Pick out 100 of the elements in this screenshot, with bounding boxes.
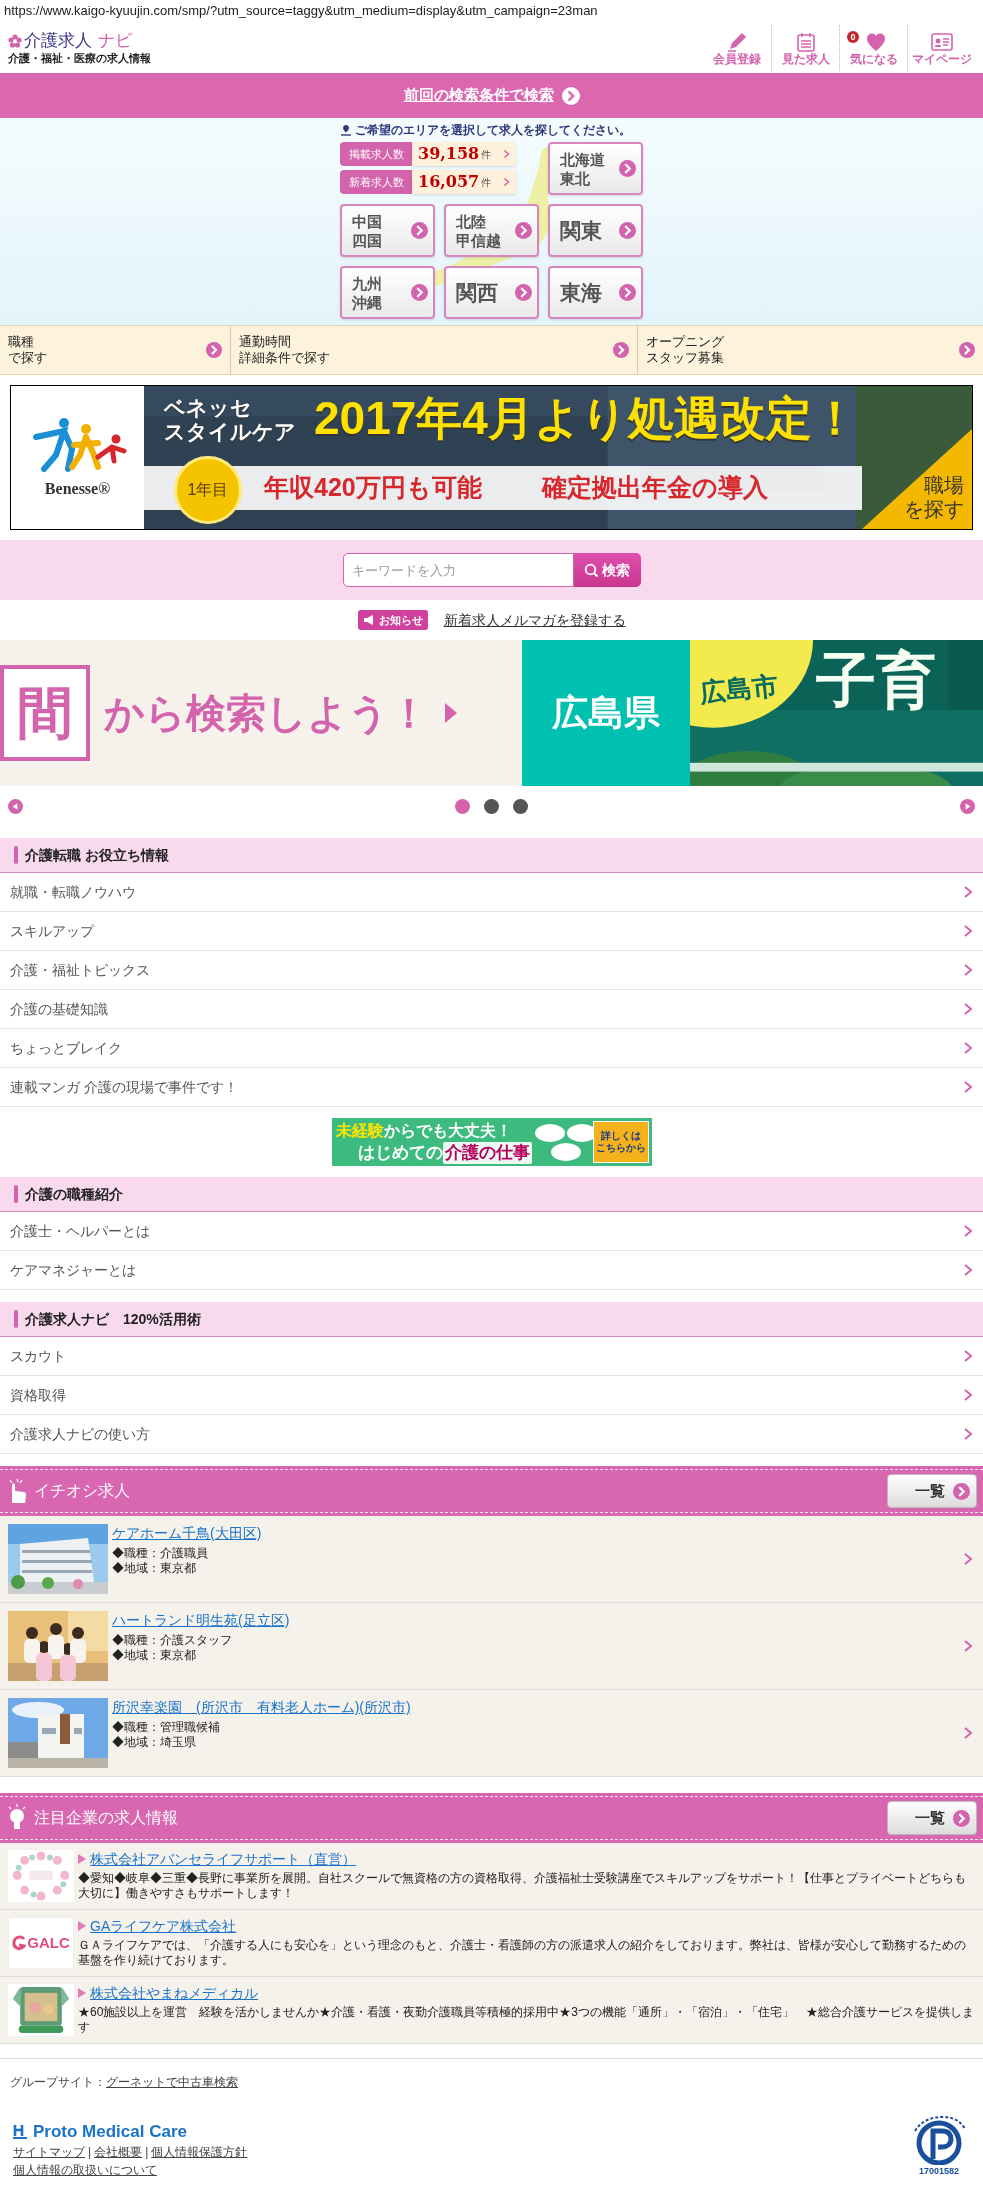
region-button[interactable]: 北海道 東北 xyxy=(548,142,643,195)
brand-text: Benesse® xyxy=(44,478,111,499)
chevron-right-icon xyxy=(963,1263,973,1277)
region-button[interactable]: 北陸 甲信越 xyxy=(444,204,539,257)
footer-link[interactable]: 会社概要 xyxy=(94,2144,143,2159)
nav-button[interactable]: 見た求人 xyxy=(771,24,839,71)
list-button[interactable]: 一覧 xyxy=(887,1801,977,1835)
section-title: 介護の職種紹介 xyxy=(25,1184,123,1204)
job-title-link[interactable]: 所沢幸楽園 (所沢市 有料老人ホーム)(所沢市) xyxy=(112,1698,411,1717)
job-detail: ◆地域：埼玉県 xyxy=(112,1735,197,1750)
mail-signup-link[interactable]: 新着求人メルマガを登録する xyxy=(443,609,626,631)
quick-link[interactable]: 職種 で探す xyxy=(0,326,231,374)
company-description: ＧＡライフケアでは、「介護する人にも安心を」という理念のもと、介護士・看護師の方の派遣求人の紹介をしております。弊社は、皆様が安心して勤務するための基盤を作り続けております。 xyxy=(78,1938,967,1968)
search-button[interactable]: 検索 xyxy=(573,553,641,587)
menu-item[interactable]: スキルアップ xyxy=(0,912,983,951)
chevron-right-icon xyxy=(503,149,510,159)
job-title-link[interactable]: ハートランド明生苑(足立区) xyxy=(112,1611,290,1630)
company-link[interactable]: 株式会社やまねメディカル xyxy=(90,1984,258,2002)
arrow-circle-icon xyxy=(619,160,636,177)
job-title-link[interactable]: ケアホーム千鳥(大田区) xyxy=(112,1524,262,1543)
count-badge: 0 xyxy=(847,30,859,43)
notice-label: お知らせ xyxy=(378,612,423,628)
menu-item[interactable]: 連載マンガ 介護の現場で事件です！ xyxy=(0,1068,983,1107)
chevron-right-icon xyxy=(963,1639,973,1653)
chevron-right-icon xyxy=(963,1349,973,1363)
chevron-right-icon xyxy=(963,1726,973,1740)
company-link[interactable]: 株式会社アバンセライフサポート（直営） xyxy=(90,1850,356,1868)
area-prompt: ご希望のエリアを選択して求人を探してください。 xyxy=(355,122,631,139)
banner-headline: 2017年4月より処遇改定！ xyxy=(314,391,858,446)
title-accent-bar xyxy=(14,1185,18,1203)
region-button[interactable]: 東海 xyxy=(548,266,643,319)
arrow-circle-icon xyxy=(206,342,222,358)
brand-name: Proto Medical Care xyxy=(33,2120,187,2143)
swirl-icon xyxy=(12,1935,27,1951)
count-value: 39,158 xyxy=(418,143,480,165)
triangle-right-icon xyxy=(443,701,459,725)
next-button[interactable] xyxy=(960,798,975,814)
company-link[interactable]: GAライフケア株式会社 xyxy=(90,1917,237,1935)
count-label: 新着求人数 xyxy=(340,170,412,194)
chevron-right-icon xyxy=(963,1224,973,1238)
chevron-right-icon xyxy=(963,1002,973,1016)
footer-link[interactable]: 個人情報保護方針 xyxy=(151,2144,248,2159)
job-detail: ◆職種：介護職員 xyxy=(112,1546,209,1561)
chevron-right-icon xyxy=(963,963,973,977)
brand-icon xyxy=(13,2124,29,2139)
chevron-right-icon xyxy=(963,1041,973,1055)
arrow-circle-icon xyxy=(959,342,975,358)
menu-item[interactable]: ちょっとブレイク xyxy=(0,1029,983,1068)
quick-link[interactable]: 通勤時間 詳細条件で探す xyxy=(231,326,638,374)
region-button[interactable]: 中国 四国 xyxy=(340,204,435,257)
slide-title: 子育 xyxy=(816,646,936,716)
arrow-circle-icon xyxy=(561,86,580,105)
logo-text: GALC xyxy=(27,1932,70,1953)
menu-item[interactable]: 介護士・ヘルパーとは xyxy=(0,1212,983,1251)
prev-button[interactable] xyxy=(8,798,23,814)
footer-link[interactable]: サイトマップ xyxy=(13,2144,85,2159)
footer-link[interactable]: 個人情報の取扱いについて xyxy=(13,2160,310,2179)
job-detail: ◆職種：管理職候補 xyxy=(112,1720,221,1735)
menu-item[interactable]: 介護求人ナビの使い方 xyxy=(0,1415,983,1454)
job-detail: ◆地域：東京都 xyxy=(112,1648,197,1663)
keyword-field[interactable]: キーワードを入力 xyxy=(342,553,574,587)
menu-item[interactable]: 介護の基礎知識 xyxy=(0,990,983,1029)
cta-text: 職場 を探す xyxy=(904,473,964,521)
nav-button[interactable]: 0 気になる xyxy=(839,24,907,71)
count-label: 掲載求人数 xyxy=(340,142,412,166)
region-button[interactable]: 関西 xyxy=(444,266,539,319)
url-text: https://www.kaigo-kyuujin.com/smp/?utm_source=taggy&utm_medium=display&utm_campaign=23man xyxy=(3,2,599,20)
job-detail: ◆地域：東京都 xyxy=(112,1561,197,1576)
menu-item[interactable]: 資格取得 xyxy=(0,1376,983,1415)
chevron-right-icon xyxy=(963,885,973,899)
location-pin-icon xyxy=(340,124,352,136)
count-unit: 件 xyxy=(481,175,492,190)
slide-city: 広島市 xyxy=(698,669,780,710)
list-button[interactable]: 一覧 xyxy=(887,1474,977,1508)
triangle-right-icon xyxy=(78,1921,86,1931)
mini-banner-ad[interactable]: 未経験からでも大丈夫！ はじめての介護の仕事 詳しくは こちらから xyxy=(331,1118,652,1166)
calendar-icon xyxy=(794,30,817,53)
job-detail: ◆職種：介護スタッフ xyxy=(112,1633,233,1648)
region-button[interactable]: 関東 xyxy=(548,204,643,257)
region-button[interactable]: 九州 沖縄 xyxy=(340,266,435,319)
banner-text: 介護の仕事 xyxy=(442,1142,532,1164)
company-description: ◆愛知◆岐阜◆三重◆長野に事業所を展開。自社スクールで無資格の方の資格取得、介護福祉士受験講座でスキルアップをサポート！【仕事とプライベートどちらも大切に】働きやすさもサポートします！ xyxy=(78,1871,967,1901)
group-link[interactable]: グーネットで中古車検索 xyxy=(106,2073,238,2091)
arrow-circle-icon xyxy=(953,1809,970,1827)
count-unit: 件 xyxy=(481,147,492,162)
menu-item[interactable]: 就職・転職ノウハウ xyxy=(0,873,983,912)
tagline: 介護・福祉・医療の求人情報 xyxy=(8,50,151,65)
title-accent-bar xyxy=(14,846,18,864)
section-title: 介護求人ナビ 120%活用術 xyxy=(25,1309,201,1329)
menu-item[interactable]: ケアマネジャーとは xyxy=(0,1251,983,1290)
logo-accent-text: ナビ xyxy=(98,30,132,51)
menu-item[interactable]: 介護・福祉トピックス xyxy=(0,951,983,990)
link-separator: | xyxy=(88,2144,92,2159)
quick-link[interactable]: オープニング スタッフ募集 xyxy=(638,326,983,374)
menu-item[interactable]: スカウト xyxy=(0,1337,983,1376)
chevron-right-icon xyxy=(503,177,510,187)
chevron-right-icon xyxy=(963,1388,973,1402)
banner-text: ベネッセ スタイルケア xyxy=(164,396,296,444)
triangle-right-icon xyxy=(78,1854,86,1864)
banner-text: はじめての xyxy=(357,1142,443,1164)
